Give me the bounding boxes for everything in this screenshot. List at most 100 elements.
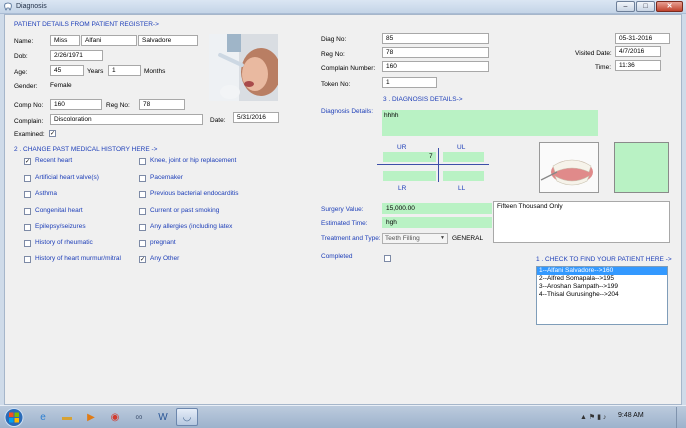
examined-checkbox[interactable] — [49, 130, 56, 137]
list-item[interactable]: 4--Thisal Gurusinghe-->204 — [537, 291, 667, 299]
history-right-checkbox[interactable] — [139, 158, 146, 165]
reg-no-label: Reg No: — [106, 102, 130, 109]
folder-icon[interactable]: ▬ — [56, 408, 78, 426]
diagnosis-details-label: Diagnosis Details: — [321, 108, 374, 115]
years-label: Years — [87, 68, 104, 75]
history-right-label: Previous bacterial endocarditis — [150, 190, 239, 197]
age-months-field[interactable]: 1 — [108, 65, 141, 76]
chrome-icon[interactable]: ◉ — [104, 408, 126, 426]
time-field[interactable]: 11:36 — [615, 60, 661, 71]
dob-field[interactable]: 2/26/1971 — [50, 50, 103, 61]
age-label: Age: — [14, 69, 28, 76]
media-icon[interactable]: ▶ — [80, 408, 102, 426]
quadrant-ur-value: 7 — [429, 153, 433, 160]
tooth-app-icon[interactable]: ◡ — [176, 408, 198, 426]
history-right-checkbox[interactable] — [139, 240, 146, 247]
last-name-field[interactable]: Salvadore — [138, 35, 198, 46]
complain-number-field[interactable]: 160 — [382, 61, 489, 72]
history-right-label: Current or past smoking — [150, 207, 220, 214]
minimize-button[interactable]: – — [616, 1, 635, 12]
visited-date-field[interactable]: 4/7/2016 — [615, 46, 661, 57]
start-button[interactable] — [4, 408, 24, 427]
complain-label: Complain: — [14, 118, 44, 125]
close-button[interactable]: ✕ — [656, 1, 683, 12]
quadrant-lr-field[interactable] — [383, 171, 436, 181]
surgery-words-field[interactable]: Fifteen Thousand Only — [493, 201, 670, 243]
quadrant-ll-label: LL — [458, 185, 466, 192]
show-desktop-button[interactable] — [676, 407, 685, 428]
ie-icon[interactable]: e — [32, 408, 54, 426]
history-left-label: Artificial heart valve(s) — [35, 174, 99, 181]
complain-number-label: Complain Number: — [321, 65, 376, 72]
maximize-button[interactable]: □ — [636, 1, 655, 12]
history-left-checkbox[interactable] — [24, 256, 31, 263]
history-left-checkbox[interactable] — [24, 240, 31, 247]
history-left-label: Epilepsy/seizures — [35, 223, 86, 230]
quadrant-ul-field[interactable] — [443, 152, 484, 162]
quadrant-ur-field[interactable]: 7 — [383, 152, 436, 162]
history-right-checkbox[interactable] — [139, 191, 146, 198]
history-left-label: Asthma — [35, 190, 58, 197]
title-bar: Diagnosis – □ ✕ — [0, 0, 686, 14]
reg-no-field[interactable]: 78 — [139, 99, 185, 110]
name-label: Name: — [14, 38, 34, 45]
tray-icons[interactable]: ▲ ⚑ ▮ ♪ — [580, 413, 606, 421]
list-item[interactable]: 1--Alfani Salvadore-->160 — [537, 267, 667, 275]
estimated-time-label: Estimated Time: — [321, 220, 368, 227]
history-left-checkbox[interactable] — [24, 224, 31, 231]
word-icon[interactable]: W — [152, 408, 174, 426]
examined-label: Examined: — [14, 131, 45, 138]
visited-date-label: Visited Date: — [575, 50, 612, 57]
quadrant-lr-label: LR — [398, 185, 407, 192]
comp-no-field[interactable]: 160 — [50, 99, 102, 110]
patient-details-header: PATIENT DETAILS FROM PATIENT REGISTER-> — [14, 21, 159, 28]
clock[interactable]: 9:48 AM — [618, 412, 644, 419]
history-left-label: History of rheumatic — [35, 239, 93, 246]
diag-no-field[interactable]: 85 — [382, 33, 489, 44]
history-right-label: Pacemaker — [150, 174, 183, 181]
history-right-checkbox[interactable] — [139, 224, 146, 231]
surgery-value-label: Surgery Value: — [321, 206, 364, 213]
diagnosis-details-text: hhhh — [384, 112, 399, 119]
diagnosis-details-textarea[interactable]: hhhh — [382, 110, 598, 136]
diag-no-label: Diag No: — [321, 36, 347, 43]
patient-list[interactable]: 1--Alfani Salvadore-->160 2--Alfred Soma… — [536, 266, 668, 325]
history-right-checkbox[interactable] — [139, 208, 146, 215]
quadrant-ur-label: UR — [397, 144, 407, 151]
token-no-field[interactable]: 1 — [382, 77, 437, 88]
reg-no-label-2: Reg No: — [321, 51, 345, 58]
time-label: Time: — [595, 64, 612, 71]
history-right-checkbox[interactable] — [139, 175, 146, 182]
diag-reg-no-field[interactable]: 78 — [382, 47, 489, 58]
first-name-field[interactable]: Alfani — [81, 35, 137, 46]
history-left-label: History of heart murmur/mitral — [35, 255, 121, 262]
diagnosis-details-header: 3 . DIAGNOSIS DETAILS-> — [383, 96, 463, 103]
history-right-label: Knee, joint or hip replacement — [150, 157, 237, 164]
complain-field[interactable]: Discoloration — [50, 114, 203, 125]
window-title: Diagnosis — [16, 3, 47, 10]
completed-label: Completed — [321, 253, 353, 260]
title-field[interactable]: Miss — [50, 35, 80, 46]
list-item[interactable]: 2--Alfred Somapala-->195 — [537, 275, 667, 283]
tooth-preview-box — [614, 142, 669, 193]
current-date-field[interactable]: 05-31-2016 — [615, 33, 670, 44]
infinity-icon[interactable]: ∞ — [128, 408, 150, 426]
history-left-checkbox[interactable] — [24, 208, 31, 215]
history-left-checkbox[interactable] — [24, 175, 31, 182]
list-item[interactable]: 3--Aroshan Sampath-->199 — [537, 283, 667, 291]
history-left-checkbox[interactable] — [24, 191, 31, 198]
quadrant-vertical-divider — [438, 148, 439, 182]
history-right-label: Any allergies (including latex — [150, 223, 233, 230]
treatment-label: Treatment and Type: — [321, 235, 381, 242]
gender-value: Female — [50, 82, 72, 89]
age-years-field[interactable]: 45 — [50, 65, 84, 76]
estimated-time-field[interactable]: hgh — [382, 217, 492, 228]
quadrant-ll-field[interactable] — [443, 171, 484, 181]
date-field[interactable]: 5/31/2016 — [233, 112, 279, 123]
completed-checkbox[interactable] — [384, 255, 391, 262]
surgery-value-field[interactable]: 15,000.00 — [382, 203, 492, 214]
history-right-checkbox[interactable] — [139, 256, 146, 263]
history-left-checkbox[interactable] — [24, 158, 31, 165]
finder-header: 1 . CHECK TO FIND YOUR PATIENT HERE -> — [536, 256, 672, 263]
treatment-select[interactable]: Teeth Filling ▼ — [382, 233, 448, 244]
